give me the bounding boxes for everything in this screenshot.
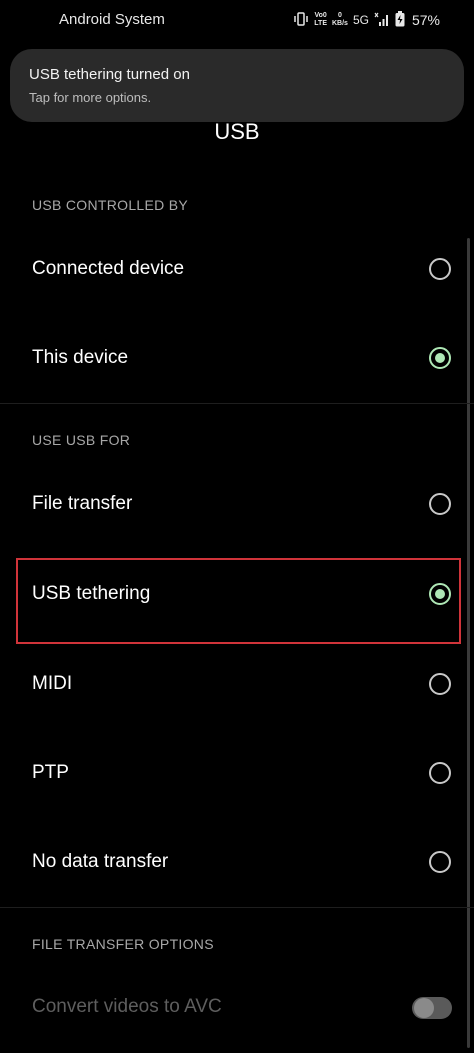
option-label: File transfer bbox=[32, 493, 133, 514]
radio-button[interactable] bbox=[429, 493, 451, 515]
status-bar-title: Android System bbox=[59, 11, 165, 28]
volte-top: Vo0 bbox=[314, 12, 327, 19]
radio-button-selected[interactable] bbox=[429, 347, 451, 369]
option-label: PTP bbox=[32, 762, 69, 783]
battery-percentage: 57% bbox=[411, 12, 440, 28]
status-bar: Android System Vo0 LTE 0 KB/s 5G 57% bbox=[0, 0, 474, 40]
option-label: No data transfer bbox=[32, 851, 169, 872]
speed-unit: KB/s bbox=[332, 20, 348, 27]
status-icons: Vo0 LTE 0 KB/s 5G 57% bbox=[293, 9, 440, 31]
usb-settings-screen: Android System Vo0 LTE 0 KB/s 5G 57% USB… bbox=[0, 0, 474, 1053]
convert-videos-label: Convert videos to AVC bbox=[32, 996, 222, 1017]
battery-charging-icon bbox=[395, 10, 405, 30]
data-speed-indicator: 0 KB/s bbox=[332, 12, 348, 28]
section-header-usb-controlled-by: USB CONTROLLED BY bbox=[32, 197, 189, 213]
toggle-thumb bbox=[414, 998, 434, 1018]
network-type: 5G bbox=[352, 13, 369, 27]
option-label: MIDI bbox=[32, 673, 73, 694]
option-file-transfer[interactable]: File transfer bbox=[0, 460, 470, 548]
radio-button[interactable] bbox=[429, 673, 451, 695]
section-divider bbox=[0, 403, 474, 404]
vibrate-icon bbox=[293, 11, 309, 29]
section-header-file-transfer-options: FILE TRANSFER OPTIONS bbox=[32, 936, 214, 952]
volte-bottom: LTE bbox=[314, 20, 327, 27]
option-ptp[interactable]: PTP bbox=[0, 729, 470, 817]
notification-subtitle: Tap for more options. bbox=[29, 90, 152, 105]
option-label: Connected device bbox=[32, 258, 185, 279]
radio-button[interactable] bbox=[429, 762, 451, 784]
radio-button[interactable] bbox=[429, 258, 451, 280]
signal-icon bbox=[374, 12, 390, 29]
notification-title: USB tethering turned on bbox=[29, 66, 190, 83]
volte-indicator: Vo0 LTE bbox=[314, 12, 327, 28]
page-title: USB bbox=[214, 119, 260, 144]
option-label: This device bbox=[32, 347, 129, 368]
option-this-device[interactable]: This device bbox=[0, 314, 470, 402]
convert-videos-toggle[interactable] bbox=[412, 997, 452, 1019]
option-midi[interactable]: MIDI bbox=[0, 640, 470, 728]
section-divider bbox=[0, 907, 474, 908]
option-connected-device[interactable]: Connected device bbox=[0, 225, 470, 313]
highlight-annotation-box bbox=[16, 558, 461, 644]
usb-tethering-notification[interactable]: USB tethering turned on Tap for more opt… bbox=[10, 49, 464, 122]
section-header-use-usb-for: USE USB FOR bbox=[32, 432, 131, 448]
speed-value: 0 bbox=[338, 12, 342, 19]
option-no-data-transfer[interactable]: No data transfer bbox=[0, 818, 470, 906]
radio-button[interactable] bbox=[429, 851, 451, 873]
